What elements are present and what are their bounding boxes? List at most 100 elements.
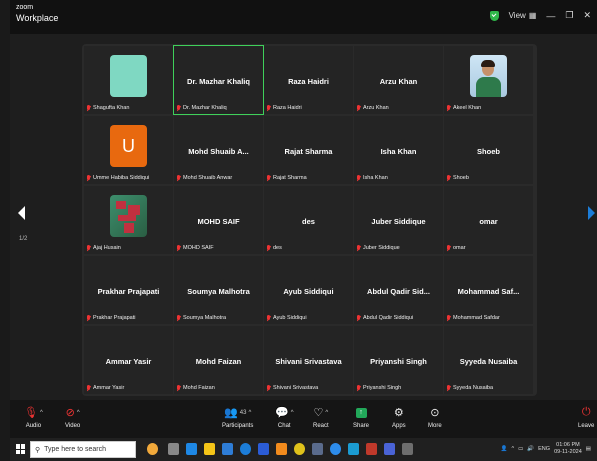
participant-tile[interactable]: Ajaj Husain bbox=[84, 186, 173, 254]
participant-tile[interactable]: Shoeb Shoeb bbox=[444, 116, 533, 184]
video-button[interactable]: ⊘ ^ Video bbox=[65, 404, 80, 429]
muted-mic-icon bbox=[446, 315, 451, 321]
participant-tile[interactable]: Soumya Malhotra Soumya Malhotra bbox=[174, 256, 263, 324]
taskbar-search-box[interactable]: ⚲ Type here to search bbox=[30, 441, 136, 458]
participant-tile[interactable]: Isha Khan Isha Khan bbox=[354, 116, 443, 184]
encryption-shield-icon[interactable] bbox=[489, 10, 499, 21]
tray-chevron-icon[interactable]: ^ bbox=[511, 446, 514, 452]
participant-tile[interactable]: Dr. Mazhar Khaliq Dr. Mazhar Khaliq bbox=[173, 45, 264, 115]
participant-tile[interactable]: Shivani Srivastava Shivani Srivastava bbox=[264, 326, 353, 394]
participant-tile[interactable]: Shagufta Khan bbox=[84, 46, 173, 114]
participant-tile[interactable]: Ammar Yasir Ammar Yasir bbox=[84, 326, 173, 394]
network-icon[interactable]: ▭ bbox=[518, 446, 523, 452]
weather-widget-icon[interactable] bbox=[147, 443, 158, 455]
muted-mic-icon bbox=[86, 245, 91, 251]
participant-display-name: Ammar Yasir bbox=[105, 357, 152, 366]
audio-button[interactable]: 🎙 ^ Audio bbox=[24, 404, 43, 429]
chat-button[interactable]: 💬 ^ Chat bbox=[275, 404, 294, 429]
taskbar-clock[interactable]: 01:06 PM 09-11-2024 bbox=[554, 442, 582, 456]
telegram-icon[interactable] bbox=[348, 443, 359, 455]
participant-tile[interactable]: MOHD SAIF MOHD SAIF bbox=[174, 186, 263, 254]
app-icon[interactable] bbox=[312, 443, 323, 455]
participant-tile[interactable]: Abdul Qadir Sid... Abdul Qadir Siddiqui bbox=[354, 256, 443, 324]
participant-name-label: Arzu Khan bbox=[356, 105, 389, 111]
participant-tile[interactable]: Mohammad Saf... Mohammad Safdar bbox=[444, 256, 533, 324]
edge-icon[interactable] bbox=[240, 443, 251, 455]
vlc-icon[interactable] bbox=[276, 443, 287, 455]
participant-name-label: Rajat Sharma bbox=[266, 175, 307, 181]
notifications-icon[interactable]: ▤ bbox=[586, 446, 591, 452]
muted-mic-icon bbox=[266, 315, 271, 321]
language-indicator[interactable]: ENG bbox=[538, 446, 550, 452]
react-button[interactable]: ♡ ^ React bbox=[313, 404, 329, 429]
participant-tile[interactable]: Arzu Khan Arzu Khan bbox=[354, 46, 443, 114]
participant-tile[interactable]: U Umme Habiba Siddiqui bbox=[84, 116, 173, 184]
view-button[interactable]: View ▦ bbox=[509, 11, 537, 20]
participant-name: Dr. Mazhar Khaliq bbox=[183, 105, 227, 111]
ie-browser-icon[interactable] bbox=[258, 443, 269, 455]
windows-start-icon[interactable] bbox=[16, 444, 26, 454]
participant-display-name: Dr. Mazhar Khaliq bbox=[187, 77, 250, 86]
settings-icon[interactable] bbox=[402, 443, 413, 455]
participant-name-label: Mohammad Safdar bbox=[446, 315, 500, 321]
participant-display-name: Syyeda Nusaiba bbox=[459, 357, 518, 366]
audio-options-caret-icon[interactable]: ^ bbox=[40, 410, 43, 416]
video-label: Video bbox=[65, 423, 81, 429]
participants-button[interactable]: 👥 43 ^ Participants bbox=[222, 404, 253, 429]
close-button[interactable]: ✕ bbox=[583, 10, 591, 21]
muted-mic-icon bbox=[176, 105, 181, 111]
user-avatar-icon[interactable]: 👤 bbox=[501, 446, 508, 452]
participant-tile[interactable]: Akeel Khan bbox=[444, 46, 533, 114]
heart-icon: ♡ bbox=[313, 407, 324, 419]
zoom-taskbar-icon[interactable] bbox=[330, 443, 341, 455]
participant-tile[interactable]: Juber Siddique Juber Siddique bbox=[354, 186, 443, 254]
windows-taskbar: ⚲ Type here to search 👤 ^ ▭ 🔊 ENG 01:06 … bbox=[10, 438, 597, 461]
video-off-icon: ⊘ bbox=[65, 407, 75, 419]
participant-name-label: Mohd Faizan bbox=[176, 385, 215, 391]
teams-icon[interactable] bbox=[384, 443, 395, 455]
apps-button[interactable]: ⚙ Apps bbox=[392, 404, 406, 429]
chat-caret-icon[interactable]: ^ bbox=[291, 410, 294, 416]
participant-display-name: des bbox=[302, 217, 315, 226]
participant-name: Soumya Malhotra bbox=[183, 315, 227, 321]
acrobat-icon[interactable] bbox=[366, 443, 377, 455]
page-indicator: 1/2 bbox=[19, 236, 28, 242]
system-tray: 👤 ^ ▭ 🔊 ENG 01:06 PM 09-11-2024 ▤ bbox=[501, 442, 591, 456]
participant-tile[interactable]: Mohd Faizan Mohd Faizan bbox=[174, 326, 263, 394]
minimize-button[interactable]: — bbox=[546, 11, 555, 21]
leave-button[interactable]: ⏻ Leave bbox=[578, 404, 594, 429]
chat-icon: 💬 bbox=[275, 407, 289, 419]
participant-name-label: des bbox=[266, 245, 282, 251]
participant-name: Rajat Sharma bbox=[273, 175, 307, 181]
participant-name-label: Shagufta Khan bbox=[86, 105, 129, 111]
participant-name-label: Ammar Yasir bbox=[86, 385, 124, 391]
participant-tile[interactable]: Raza Haidri Raza Haidri bbox=[264, 46, 353, 114]
participant-tile[interactable]: Mohd Shuaib A... Mohd Shuaib Anwar bbox=[174, 116, 263, 184]
participant-name-label: Priyanshi Singh bbox=[356, 385, 401, 391]
react-caret-icon[interactable]: ^ bbox=[325, 410, 328, 416]
file-explorer-icon[interactable] bbox=[204, 443, 215, 455]
participant-tile[interactable]: Rajat Sharma Rajat Sharma bbox=[264, 116, 353, 184]
restore-button[interactable]: ❐ bbox=[565, 10, 573, 21]
gallery-view: Shagufta Khan Dr. Mazhar Khaliq Dr. Mazhar… bbox=[82, 44, 537, 396]
next-page-arrow-icon[interactable] bbox=[588, 206, 595, 220]
muted-mic-icon bbox=[446, 105, 451, 111]
video-options-caret-icon[interactable]: ^ bbox=[77, 410, 80, 416]
participant-name-label: Prakhar Prajapati bbox=[86, 315, 136, 321]
participant-tile[interactable]: Priyanshi Singh Priyanshi Singh bbox=[354, 326, 443, 394]
store-icon[interactable] bbox=[222, 443, 233, 455]
participant-tile[interactable]: Prakhar Prajapati Prakhar Prajapati bbox=[84, 256, 173, 324]
edge-browser-icon[interactable] bbox=[186, 443, 197, 455]
volume-icon[interactable]: 🔊 bbox=[527, 446, 534, 452]
participants-caret-icon[interactable]: ^ bbox=[248, 410, 251, 416]
participant-tile[interactable]: omar omar bbox=[444, 186, 533, 254]
participant-tile[interactable]: Syyeda Nusaiba Syyeda Nusaiba bbox=[444, 326, 533, 394]
share-button[interactable]: ↑ Share bbox=[353, 404, 369, 429]
chrome-icon[interactable] bbox=[294, 443, 305, 455]
participant-name-label: Soumya Malhotra bbox=[176, 315, 226, 321]
participant-tile[interactable]: des des bbox=[264, 186, 353, 254]
more-button[interactable]: ⊙ More bbox=[428, 404, 442, 429]
previous-page-arrow-icon[interactable] bbox=[18, 206, 25, 220]
task-view-icon[interactable] bbox=[168, 443, 179, 455]
participant-tile[interactable]: Ayub Siddiqui Ayub Siddiqui bbox=[264, 256, 353, 324]
